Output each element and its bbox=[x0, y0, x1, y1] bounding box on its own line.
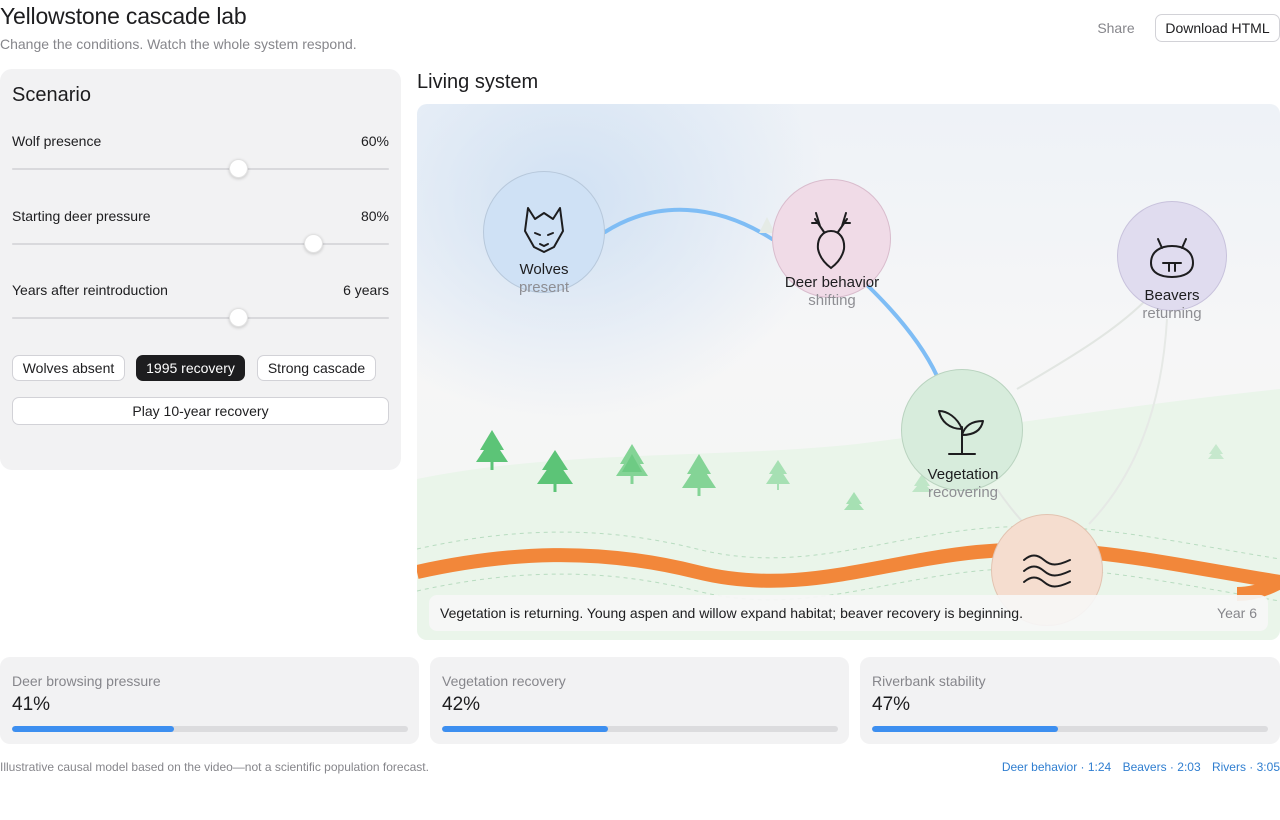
vegetation-state: recovering bbox=[927, 484, 999, 501]
metric-vegetation-recovery: Vegetation recovery 42% bbox=[430, 657, 849, 744]
deer-pressure-track[interactable] bbox=[12, 243, 389, 245]
wolves-label: Wolves bbox=[519, 261, 569, 278]
metric-bar-fill bbox=[442, 726, 609, 732]
metric-deer-browsing: Deer browsing pressure 41% bbox=[0, 657, 419, 744]
vegetation-node[interactable]: Vegetation recovering bbox=[901, 369, 1023, 501]
share-button[interactable]: Share bbox=[1086, 14, 1146, 42]
metric-value: 42% bbox=[442, 694, 481, 715]
status-text: Vegetation is returning. Young aspen and… bbox=[440, 605, 1023, 621]
year-indicator: Year 6 bbox=[1217, 605, 1257, 621]
metric-label: Vegetation recovery bbox=[442, 673, 566, 689]
metric-value: 47% bbox=[872, 694, 911, 715]
wolf-presence-label: Wolf presence bbox=[12, 133, 102, 149]
link-rivers[interactable]: Rivers · 3:05 bbox=[1212, 760, 1280, 774]
metric-label: Deer browsing pressure bbox=[12, 673, 161, 689]
deer-node[interactable]: Deer behavior shifting bbox=[772, 179, 891, 309]
wolf-presence-value: 60% bbox=[360, 133, 389, 149]
living-system-title: Living system bbox=[417, 71, 539, 93]
metric-bar-fill bbox=[872, 726, 1059, 732]
wolf-presence-track[interactable] bbox=[12, 168, 389, 170]
metric-bar bbox=[872, 726, 1268, 732]
preset-strong-cascade-button[interactable]: Strong cascade bbox=[257, 355, 376, 381]
scenario-panel: Scenario Wolf presence 60% Starting deer… bbox=[0, 69, 401, 470]
metric-riverbank-stability: Riverbank stability 47% bbox=[860, 657, 1280, 744]
wolf-presence-thumb[interactable] bbox=[228, 159, 248, 178]
link-deer-behavior[interactable]: Deer behavior · 1:24 bbox=[1002, 760, 1111, 774]
metric-value: 41% bbox=[12, 694, 51, 715]
deer-pressure-value: 80% bbox=[360, 208, 389, 224]
metric-bar-fill bbox=[12, 726, 175, 732]
wolves-node[interactable]: Wolves present bbox=[483, 171, 605, 296]
wolf-presence-slider-row: Wolf presence 60% bbox=[12, 133, 389, 193]
years-thumb[interactable] bbox=[228, 308, 248, 327]
status-bar: Vegetation is returning. Young aspen and… bbox=[429, 595, 1268, 631]
disclaimer-note: Illustrative causal model based on the v… bbox=[0, 760, 429, 774]
beavers-node[interactable]: Beavers returning bbox=[1117, 201, 1227, 322]
video-links: Deer behavior · 1:24 Beavers · 2:03 Rive… bbox=[994, 760, 1280, 774]
metric-bar bbox=[12, 726, 408, 732]
years-label: Years after reintroduction bbox=[12, 282, 168, 298]
app-subtitle: Change the conditions. Watch the whole s… bbox=[0, 36, 357, 52]
metric-bar bbox=[442, 726, 838, 732]
tree bbox=[476, 430, 508, 470]
deer-pressure-thumb[interactable] bbox=[304, 234, 324, 253]
beavers-label: Beavers bbox=[1144, 287, 1200, 304]
deer-label: Deer behavior bbox=[784, 274, 880, 291]
app-title: Yellowstone cascade lab bbox=[0, 3, 247, 29]
preset-wolves-absent-button[interactable]: Wolves absent bbox=[12, 355, 125, 381]
deer-pressure-slider-row: Starting deer pressure 80% bbox=[12, 208, 389, 268]
play-recovery-button[interactable]: Play 10-year recovery bbox=[12, 397, 389, 425]
years-track[interactable] bbox=[12, 317, 389, 319]
download-html-button[interactable]: Download HTML bbox=[1155, 14, 1280, 42]
deer-pressure-label: Starting deer pressure bbox=[12, 208, 151, 224]
scenario-title: Scenario bbox=[12, 84, 91, 106]
header: Yellowstone cascade lab Change the condi… bbox=[0, 0, 1280, 60]
beavers-state: returning bbox=[1142, 305, 1202, 322]
vegetation-label: Vegetation bbox=[927, 466, 999, 483]
preset-1995-recovery-button[interactable]: 1995 recovery bbox=[136, 355, 245, 381]
link-beavers[interactable]: Beavers · 2:03 bbox=[1123, 760, 1201, 774]
wolves-state: present bbox=[518, 279, 570, 296]
metric-label: Riverbank stability bbox=[872, 673, 986, 689]
living-system-canvas: Wolves present Deer behavior shifting Be… bbox=[417, 104, 1280, 640]
years-value: 6 years bbox=[343, 282, 389, 298]
deer-state: shifting bbox=[808, 292, 856, 309]
years-slider-row: Years after reintroduction 6 years bbox=[12, 282, 389, 342]
